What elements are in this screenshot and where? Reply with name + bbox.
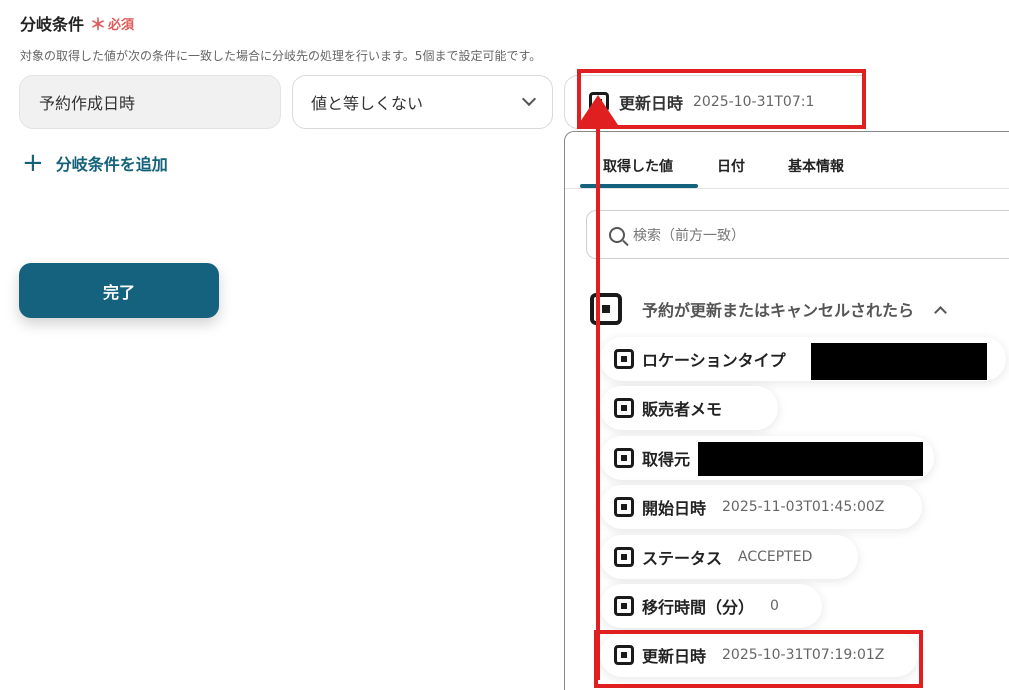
- item-value: ACCEPTED: [738, 549, 813, 565]
- item-label: 開始日時: [642, 499, 707, 518]
- done-button[interactable]: 完了: [19, 263, 219, 318]
- value-field-text: 予約作成日時: [39, 94, 136, 113]
- annotation-arrow-line: [596, 120, 600, 680]
- item-value: 2025-11-03T01:45:00Z: [722, 499, 885, 515]
- item-label: 移行時間（分）: [642, 598, 755, 617]
- square-app-icon: [614, 596, 634, 616]
- section-title-text: 分岐条件: [20, 15, 85, 34]
- tab-basic-info[interactable]: 基本情報: [788, 156, 844, 176]
- operator-select-text: 値と等しくない: [311, 94, 424, 113]
- item-label: ステータス: [642, 549, 723, 568]
- group-label: 予約が更新またはキャンセルされたら: [642, 301, 915, 320]
- item-value: 0: [770, 598, 779, 614]
- list-item-transition-time[interactable]: 移行時間（分） 0: [600, 584, 822, 628]
- chevron-up-icon[interactable]: [934, 305, 947, 319]
- value-picker-panel: 取得した値 日付 基本情報 検索（前方一致） 予約が更新またはキャンセルされたら…: [564, 131, 1009, 690]
- redaction-block: [698, 442, 923, 476]
- square-app-icon: [614, 497, 634, 517]
- square-app-icon: [614, 349, 634, 369]
- operator-select[interactable]: 値と等しくない: [292, 75, 553, 129]
- add-condition-button[interactable]: + 分岐条件を追加: [22, 150, 168, 176]
- section-title: 分岐条件 ＊ 必須: [20, 11, 134, 35]
- item-label: 販売者メモ: [642, 400, 723, 419]
- annotation-arrow-head-icon: [578, 95, 618, 125]
- tab-date[interactable]: 日付: [717, 156, 745, 176]
- list-item-seller-memo[interactable]: 販売者メモ: [600, 386, 778, 430]
- tab-acquired-values[interactable]: 取得した値: [603, 156, 673, 176]
- value-field[interactable]: 予約作成日時: [19, 75, 281, 129]
- list-item-status[interactable]: ステータス ACCEPTED: [600, 535, 858, 579]
- square-app-icon: [614, 398, 634, 418]
- chevron-down-icon: [521, 91, 537, 107]
- search-icon: [609, 226, 625, 243]
- group-header[interactable]: 予約が更新またはキャンセルされたら: [590, 293, 947, 325]
- list-item-start-time[interactable]: 開始日時 2025-11-03T01:45:00Z: [600, 485, 922, 529]
- picker-tabs: 取得した値 日付 基本情報: [565, 132, 1009, 189]
- search-placeholder: 検索（前方一致）: [633, 227, 745, 244]
- redaction-block: [811, 343, 987, 380]
- highlight-box-target: [577, 69, 866, 129]
- highlight-box-updated-at: [594, 630, 923, 688]
- required-star: ＊: [90, 15, 107, 34]
- section-description: 対象の取得した値が次の条件に一致した場合に分岐先の処理を行います。5個まで設定可…: [20, 49, 542, 63]
- square-app-icon: [590, 293, 622, 325]
- add-condition-label: 分岐条件を追加: [55, 155, 168, 174]
- plus-icon: +: [22, 148, 44, 178]
- item-label: ロケーションタイプ: [642, 351, 786, 370]
- search-input[interactable]: 検索（前方一致）: [586, 210, 1009, 259]
- square-app-icon: [614, 547, 634, 567]
- square-app-icon: [614, 448, 634, 468]
- item-label: 取得元: [642, 450, 691, 469]
- required-label: 必須: [108, 17, 135, 33]
